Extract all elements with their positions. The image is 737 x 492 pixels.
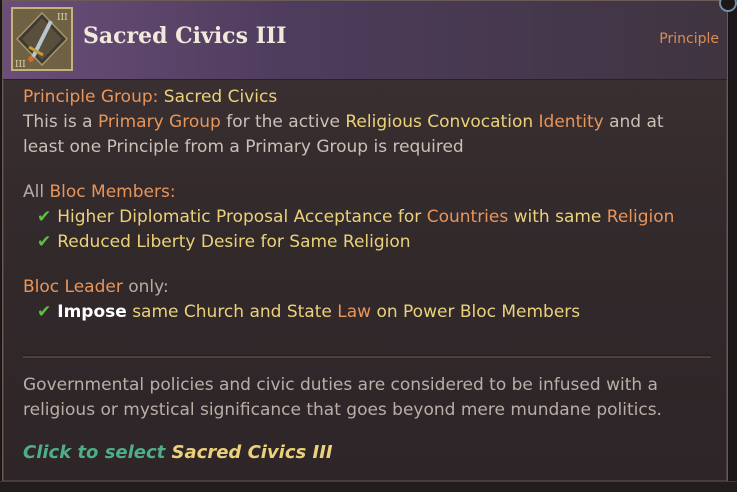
countries-link[interactable]: Countries <box>427 207 509 227</box>
bloc-members-header: All Bloc Members: <box>23 180 713 205</box>
primary-group-link[interactable]: Primary Group <box>98 112 221 132</box>
primary-group-text-line1: This is a Primary Group for the active R… <box>23 110 713 135</box>
click-to-select-hint[interactable]: Click to select Sacred Civics III <box>23 442 333 463</box>
checkmark-icon: ✔ <box>37 302 52 322</box>
principle-group-value: Sacred Civics <box>163 87 278 107</box>
principle-description: Governmental policies and civic duties a… <box>23 373 713 423</box>
bloc-member-effect-2: ✔ Reduced Liberty Desire for Same Religio… <box>23 230 713 255</box>
text-segment: same Church and State <box>126 302 338 322</box>
corner-ring-icon <box>719 0 737 12</box>
background-strip <box>0 481 737 492</box>
bloc-member-effect-1: ✔ Higher Diplomatic Proposal Acceptance f… <box>23 205 713 230</box>
tooltip-header: III III Sacred Civics III Principle <box>3 1 727 80</box>
bloc-leader-link[interactable]: Bloc Leader <box>23 277 123 297</box>
tooltip-title: Sacred Civics III <box>83 23 287 49</box>
principle-category-label: Principle <box>659 31 719 47</box>
click-hint-prefix: Click to select <box>23 442 172 463</box>
text-segment: and at <box>603 112 664 132</box>
checkmark-icon: ✔ <box>37 207 52 227</box>
text-segment: Higher Diplomatic Proposal Acceptance fo… <box>57 207 427 227</box>
bloc-leader-header: Bloc Leader only: <box>23 275 713 300</box>
religion-link[interactable]: Religion <box>607 207 675 227</box>
divider <box>23 355 711 358</box>
principle-tooltip: III III Sacred Civics III Principle Prin… <box>2 0 728 482</box>
law-link[interactable]: Law <box>337 302 371 322</box>
religious-convocation-link[interactable]: Religious Convocation <box>345 112 533 132</box>
checkmark-icon: ✔ <box>37 232 52 252</box>
dagger-icon: III III <box>13 9 71 69</box>
text-segment: Impose <box>57 302 127 322</box>
text-segment: with same <box>508 207 607 227</box>
description-line: religious or mystical significance that … <box>23 400 662 420</box>
text-segment: All <box>23 182 50 202</box>
principle-group-line: Principle Group: Sacred Civics <box>23 85 713 110</box>
click-hint-target: Sacred Civics III <box>171 442 333 463</box>
text-segment: Reduced Liberty Desire for Same Religion <box>57 232 411 252</box>
identity-link[interactable]: Identity <box>539 112 604 132</box>
bloc-members-link[interactable]: Bloc Members <box>49 182 169 202</box>
description-line: Governmental policies and civic duties a… <box>23 375 658 395</box>
text-segment: only: <box>122 277 169 297</box>
principle-badge: III III <box>11 7 73 71</box>
principle-group-label: Principle Group: <box>23 87 159 107</box>
badge-numeral-top: III <box>57 13 68 23</box>
primary-group-text-line2: least one Principle from a Primary Group… <box>23 137 464 157</box>
tooltip-body: Principle Group: Sacred Civics This is a… <box>23 85 713 325</box>
text-segment: for the active <box>220 112 346 132</box>
text-segment: : <box>169 182 176 202</box>
badge-numeral-bottom: III <box>15 60 26 69</box>
bloc-leader-effect-1: ✔ Impose same Church and State Law on Pow… <box>23 300 713 325</box>
text-segment: This is a <box>23 112 98 132</box>
text-segment: on Power Bloc Members <box>371 302 581 322</box>
